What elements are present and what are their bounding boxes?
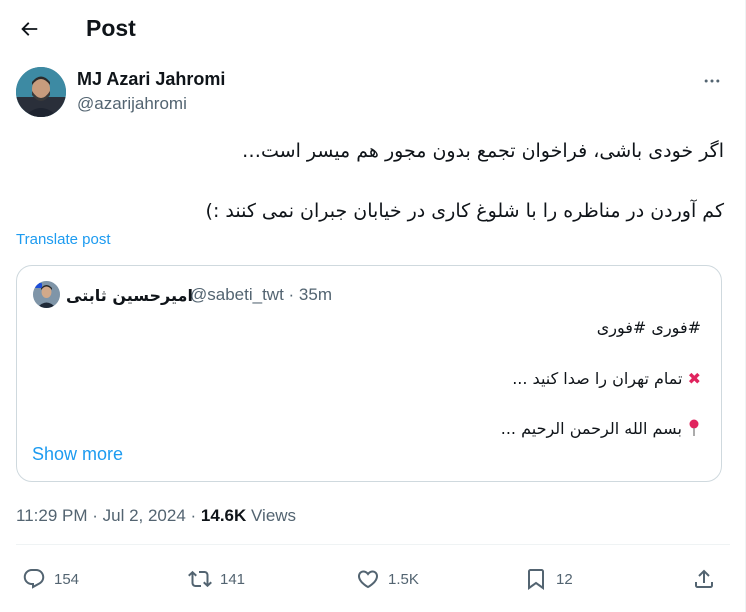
back-button[interactable]	[14, 14, 44, 44]
quote-author-avatar[interactable]	[33, 281, 60, 308]
bookmark-icon	[528, 569, 544, 590]
reply-count: 154	[54, 570, 80, 588]
post-meta: 11:29 PM · Jul 2, 2024 · 14.6K Views	[16, 506, 296, 526]
quote-line-1: #فوری #فوری	[596, 318, 701, 337]
author-handle[interactable]: @azarijahromi	[77, 94, 187, 114]
share-icon	[695, 569, 713, 588]
divider	[16, 544, 730, 545]
page-title: Post	[86, 15, 136, 41]
views-label: Views	[246, 506, 297, 525]
quote-author-handle-time: @sabeti_twt · 35m	[190, 285, 332, 304]
retweet-icon	[188, 570, 212, 588]
repost-count: 141	[220, 570, 246, 588]
views-count: 14.6K	[200, 506, 247, 525]
translate-post-link[interactable]: Translate post	[16, 231, 111, 248]
quote-line-2: ✖ تمام تهران را صدا کنید ...	[512, 369, 701, 388]
pushpin-icon	[689, 419, 699, 436]
like-button[interactable]: 1.5K	[356, 564, 419, 594]
more-icon	[704, 79, 720, 83]
author-name[interactable]: MJ Azari Jahromi	[77, 69, 225, 90]
post-paragraph-1: اگر خودی باشی، فراخوان تجمع بدون مجور هم…	[242, 140, 724, 162]
quote-line-2-text: تمام تهران را صدا کنید ...	[512, 369, 683, 388]
reply-icon	[23, 569, 45, 589]
quote-line-3-text: بسم الله الرحمن الرحیم ...	[500, 419, 682, 438]
post-time-date[interactable]: 11:29 PM · Jul 2, 2024 ·	[16, 506, 201, 525]
quote-line-3: بسم الله الرحمن الرحیم ...	[501, 419, 701, 438]
bookmark-button[interactable]: 12	[524, 564, 573, 594]
show-more-link[interactable]: Show more	[32, 444, 123, 465]
more-button[interactable]	[697, 66, 727, 96]
reply-button[interactable]: 154	[22, 564, 79, 594]
repost-button[interactable]: 141	[188, 564, 245, 594]
like-count: 1.5K	[388, 570, 419, 588]
like-icon	[357, 570, 379, 589]
header: Post	[0, 0, 746, 58]
cross-mark-icon: ✖	[687, 369, 701, 388]
share-button[interactable]	[692, 564, 716, 594]
back-arrow-icon	[21, 22, 38, 36]
quote-author-name[interactable]: امیرحسین ثابتی	[66, 286, 193, 305]
bookmark-count: 12	[556, 570, 573, 588]
post-paragraph-2: کم آوردن در مناظره را با شلوغ کاری در خی…	[205, 200, 724, 222]
author-avatar[interactable]	[16, 67, 66, 117]
